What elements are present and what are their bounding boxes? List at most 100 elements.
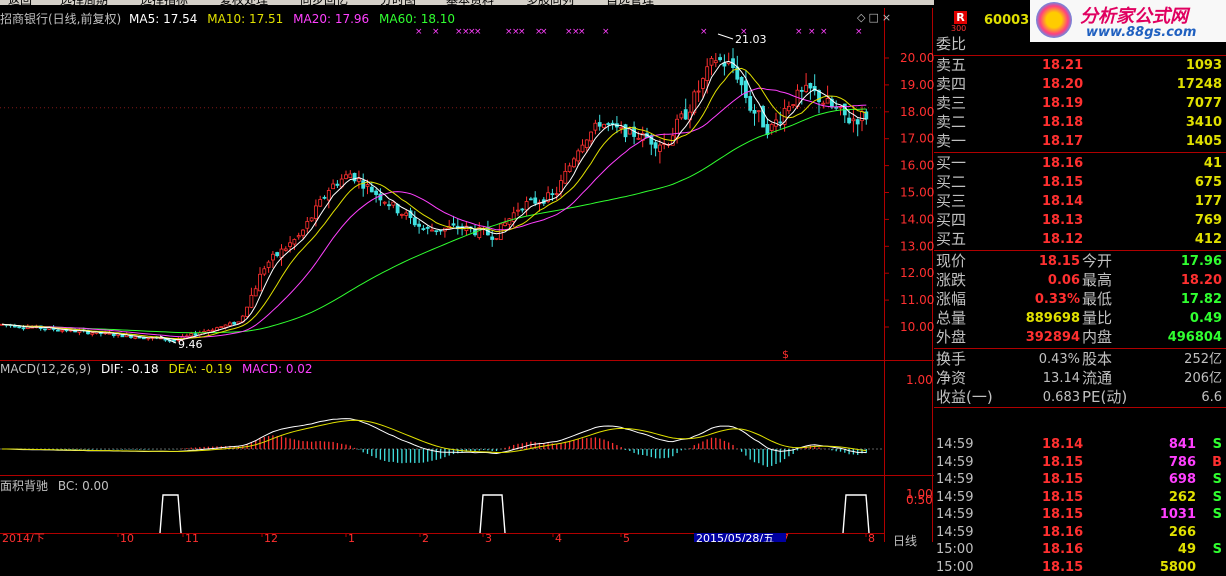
tick-time: 14:59 <box>936 489 974 505</box>
candle-body <box>365 184 370 187</box>
bids-price: 18.15 <box>1042 175 1084 190</box>
tick-row[interactable]: 14:59 18.15 786 B <box>934 454 1226 471</box>
stat-value: 17.96 <box>1180 254 1222 269</box>
tick-row[interactable]: 14:59 18.15 698 S <box>934 471 1226 488</box>
window-icon[interactable]: □ <box>868 11 878 24</box>
bids-volume: 177 <box>1194 194 1222 209</box>
tick-volume: 49 <box>1177 542 1196 557</box>
fundamental-value: 206亿 <box>1184 371 1222 386</box>
stat-value: 0.33% <box>1034 292 1080 307</box>
fundamental-label: PE(动) <box>1082 388 1128 406</box>
asks-row: 卖四 18.20 17248 <box>934 75 1226 94</box>
tick-row[interactable]: 14:59 18.15 1031 S <box>934 506 1226 523</box>
asks-label: 卖二 <box>936 113 967 131</box>
price-tick-label: 17.00 <box>900 132 934 146</box>
asks-label: 卖五 <box>936 56 967 74</box>
period-label[interactable]: 日线 <box>893 532 917 549</box>
diamond-icon[interactable]: ◇ <box>857 11 865 24</box>
tick-row[interactable]: 15:00 18.16 49 S <box>934 541 1226 558</box>
candle-body <box>352 172 357 182</box>
tick-row[interactable]: 14:59 18.16 266 <box>934 524 1226 541</box>
candle-body <box>133 336 138 339</box>
menu-item-1[interactable]: 选择周期 <box>60 0 108 8</box>
ma20-value: MA20: 17.96 <box>293 12 370 26</box>
candle-body <box>382 201 387 204</box>
fundamental-value: 6.6 <box>1201 390 1222 405</box>
tick-time: 15:00 <box>936 559 974 575</box>
candle-body <box>21 327 26 330</box>
tick-row[interactable]: 14:59 18.14 841 S <box>934 436 1226 453</box>
stat-value: 17.82 <box>1180 292 1222 307</box>
candle-body <box>387 204 391 207</box>
cursor-date-label: 2015/05/28/五 <box>696 532 774 542</box>
price-tick-label: 19.00 <box>900 78 934 92</box>
asks-volume: 7077 <box>1185 96 1222 111</box>
menu-item-3[interactable]: 复权处理 <box>220 0 268 8</box>
candle-body <box>623 124 628 138</box>
candle-body <box>374 190 379 195</box>
candle-body <box>451 223 456 226</box>
asks-volume: 17248 <box>1176 77 1222 92</box>
stat-value: 889698 <box>1025 311 1080 326</box>
price-tick-label: 15.00 <box>900 186 934 200</box>
macd-title: MACD(12,26,9) <box>0 362 92 376</box>
menu-item-5[interactable]: 分时图 <box>380 0 416 8</box>
candle-body <box>318 199 323 207</box>
tick-row[interactable]: 15:00 18.15 5800 <box>934 559 1226 576</box>
candle-body <box>602 123 606 129</box>
candle-body <box>404 212 409 216</box>
kline-chart[interactable]: 20.00 19.00 18.00 17.00 16.00 15.00 14.00 13.00… <box>0 0 934 542</box>
asks-row: 卖五 18.21 1093 <box>934 56 1226 75</box>
asks-row: 卖一 18.17 1405 <box>934 132 1226 151</box>
candle-body <box>348 173 353 179</box>
bc-value: BC: 0.00 <box>57 479 109 493</box>
asks-label: 卖四 <box>936 75 967 93</box>
candle-body <box>223 324 228 328</box>
asks-row: 卖二 18.18 3410 <box>934 113 1226 132</box>
candle-body <box>503 222 508 226</box>
candle-body <box>262 268 267 275</box>
asks-price: 18.18 <box>1042 115 1084 130</box>
badge-sub: 300 <box>951 24 967 33</box>
candle-body <box>111 333 116 337</box>
fundamental-label: 净资 <box>936 369 967 387</box>
menu-item-4[interactable]: 同步回忆 <box>300 0 348 8</box>
menu-item-0[interactable]: 返回 <box>8 0 32 8</box>
stat-label: 涨幅 <box>936 290 967 308</box>
signal-marker-icon: × <box>808 27 816 37</box>
candle-body <box>769 123 774 131</box>
bids-label: 买四 <box>936 211 967 229</box>
stat-label: 最低 <box>1082 290 1113 308</box>
bids-volume: 675 <box>1194 175 1222 190</box>
fundamental-row: 收益(一) 0.683 PE(动) 6.6 <box>934 388 1226 407</box>
bc-tick-label: 0.50 <box>906 493 933 507</box>
stat-value: 18.15 <box>1038 254 1080 269</box>
candle-body <box>288 242 293 247</box>
bids-volume: 41 <box>1203 156 1222 171</box>
stat-label: 涨跌 <box>936 271 967 289</box>
separator <box>934 250 1226 251</box>
tick-side: S <box>1212 542 1222 557</box>
stat-value: 392894 <box>1025 330 1080 345</box>
stat-label: 最高 <box>1082 271 1113 289</box>
tick-price: 18.15 <box>1042 454 1084 470</box>
fundamental-row: 换手 0.43% 股本 252亿 <box>934 350 1226 369</box>
candle-body <box>322 196 327 199</box>
signal-marker-icon: × <box>432 27 440 37</box>
candle-body <box>658 144 662 152</box>
menu-item-2[interactable]: 选择指标 <box>140 0 188 8</box>
candle-body <box>245 306 250 317</box>
candle-body <box>567 165 572 173</box>
candle-body <box>851 118 856 122</box>
price-tick-label: 11.00 <box>900 293 934 307</box>
stat-label: 今开 <box>1082 252 1113 270</box>
menu-item-6[interactable]: 基本资料 <box>446 0 494 8</box>
candle-body <box>369 186 374 193</box>
menu-bar: 返回 选择周期 选择指标 复权处理 同步回忆 分时图 基本资料 多股同列 自选管理 <box>0 0 934 8</box>
close-icon[interactable]: × <box>882 11 891 24</box>
menu-item-7[interactable]: 多股同列 <box>526 0 574 8</box>
candle-body <box>335 183 340 186</box>
menu-item-8[interactable]: 自选管理 <box>606 0 654 8</box>
tick-row[interactable]: 14:59 18.15 262 S <box>934 489 1226 506</box>
candle-body <box>593 122 598 131</box>
